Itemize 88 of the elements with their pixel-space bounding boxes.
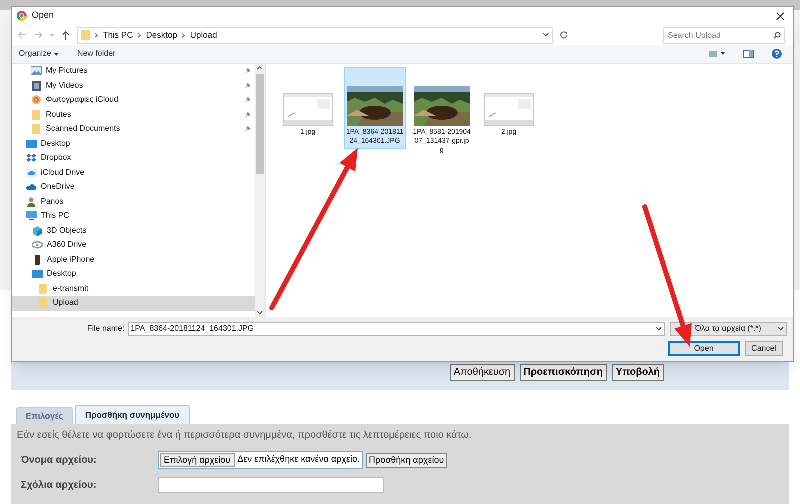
chevron-icon — [95, 32, 98, 38]
view-options-icon[interactable] — [709, 51, 725, 57]
nav-item[interactable]: Routes — [12, 108, 255, 122]
chevron-icon — [182, 32, 186, 38]
refresh-icon[interactable] — [560, 31, 568, 39]
phone-icon — [32, 254, 43, 265]
nav-item[interactable]: Scanned Documents — [12, 122, 255, 136]
dropdown-caret-icon — [778, 327, 784, 331]
organize-button[interactable]: Organize — [19, 48, 60, 60]
file-name-field[interactable]: 1PA_8364-20181124_164301.JPG — [128, 322, 666, 336]
comments-field[interactable] — [158, 477, 384, 493]
back-icon[interactable] — [18, 31, 27, 39]
forward-icon[interactable] — [34, 31, 43, 39]
field-label: Όνομα αρχείου: — [20, 454, 98, 468]
address-bar[interactable]: This PC Desktop Upload — [77, 26, 553, 44]
form-button[interactable]: Προεπισκόπηση — [520, 364, 607, 381]
history-caret-icon[interactable] — [50, 34, 55, 36]
nav-item[interactable]: iCloud Drive — [12, 166, 255, 180]
scroll-down-icon[interactable] — [257, 311, 263, 315]
search-field[interactable]: Search Upload — [663, 26, 785, 44]
nav-item[interactable]: e-transmit — [12, 282, 255, 296]
dropbox-icon — [26, 153, 37, 164]
person-icon — [26, 196, 37, 207]
search-icon — [774, 32, 781, 38]
form-button[interactable]: Υποβολή — [612, 364, 664, 381]
tab[interactable]: Προσθήκη συνημμένου — [75, 405, 190, 424]
help-icon[interactable] — [772, 49, 782, 59]
preview-pane-icon[interactable] — [743, 50, 754, 58]
pin-icon[interactable] — [245, 112, 251, 118]
nav-item[interactable]: Panos — [12, 194, 255, 209]
close-icon[interactable] — [776, 12, 785, 20]
chevron-icon — [138, 32, 142, 38]
breadcrumb-item[interactable]: Upload — [190, 28, 218, 42]
pin-icon[interactable] — [245, 82, 251, 89]
nav-item[interactable]: This PC — [12, 209, 255, 224]
caret-icon — [54, 52, 60, 56]
breadcrumb-item[interactable]: Desktop — [146, 28, 178, 42]
dropdown-caret-icon — [656, 327, 662, 331]
folder-icon — [31, 110, 42, 120]
form-button[interactable]: Αποθήκευση — [450, 364, 515, 381]
nav-item[interactable]: Φωτογραφίες iCloud — [12, 93, 255, 108]
folder-icon — [81, 30, 90, 40]
up-icon[interactable] — [62, 30, 70, 40]
dialog-button[interactable]: Open — [668, 341, 740, 356]
nav-item[interactable]: Upload — [12, 296, 255, 310]
nav-item[interactable]: OneDrive — [12, 180, 255, 194]
dropdown-caret-icon[interactable] — [543, 33, 549, 37]
folder-icon — [31, 124, 42, 134]
folder-icon — [38, 298, 49, 308]
cube-icon — [32, 226, 43, 236]
dialog-button[interactable]: Cancel — [745, 341, 783, 356]
cloud-icon — [26, 168, 37, 178]
flower-icon — [31, 95, 42, 106]
screenshot-thumbnail — [484, 93, 534, 126]
pictures-icon — [31, 66, 42, 76]
nav-item[interactable]: 3D Objects — [12, 224, 255, 238]
nav-item[interactable]: Desktop — [12, 136, 255, 151]
scroll-thumb[interactable] — [256, 74, 264, 174]
nav-item[interactable]: A360 Drive — [12, 238, 255, 252]
choose-file-button[interactable]: Επιλογή αρχείου — [160, 453, 235, 467]
pin-icon[interactable] — [245, 97, 251, 104]
field-label: Σχόλια αρχείου: — [20, 478, 98, 492]
instruction-text: Εάν εσείς θέλετε να φορτώσετε ένα ή περισσότερα συνημμένα, προσθέστε τις λεπτομέρειες ποιο κάτω. — [17, 429, 473, 443]
breadcrumb-item[interactable]: This PC — [103, 28, 134, 42]
scroll-up-icon[interactable] — [257, 66, 263, 70]
dialog-title: Open — [32, 9, 54, 22]
new-folder-button[interactable]: New folder — [77, 48, 116, 60]
monitor-icon — [26, 211, 37, 222]
desktop-icon — [26, 138, 37, 149]
film-icon — [31, 80, 42, 91]
folder-icon — [38, 284, 49, 294]
nav-item[interactable]: Apple iPhone — [12, 252, 255, 267]
nav-item[interactable]: My Videos — [12, 78, 255, 93]
browser-logo-icon — [17, 11, 27, 21]
file-type-dropdown[interactable]: Όλα τα αρχεία (*.*) — [670, 322, 787, 336]
file-name-label: File name: — [86, 323, 126, 335]
pin-icon[interactable] — [245, 68, 251, 74]
pin-icon[interactable] — [245, 126, 251, 132]
no-file-text: Δεν επιλέχθηκε κανένα αρχείο. — [236, 453, 361, 466]
cloud-icon — [26, 182, 37, 192]
nav-item[interactable]: Desktop — [12, 267, 255, 282]
scrollbar[interactable] — [255, 64, 265, 317]
desktop-icon — [32, 269, 43, 280]
nav-item[interactable]: My Pictures — [12, 64, 255, 78]
nav-item[interactable]: Dropbox — [12, 151, 255, 166]
screenshot-thumbnail — [283, 93, 333, 126]
tab[interactable]: Επιλογές — [16, 407, 74, 424]
add-file-button[interactable]: Προσθήκη αρχείου — [366, 452, 448, 468]
